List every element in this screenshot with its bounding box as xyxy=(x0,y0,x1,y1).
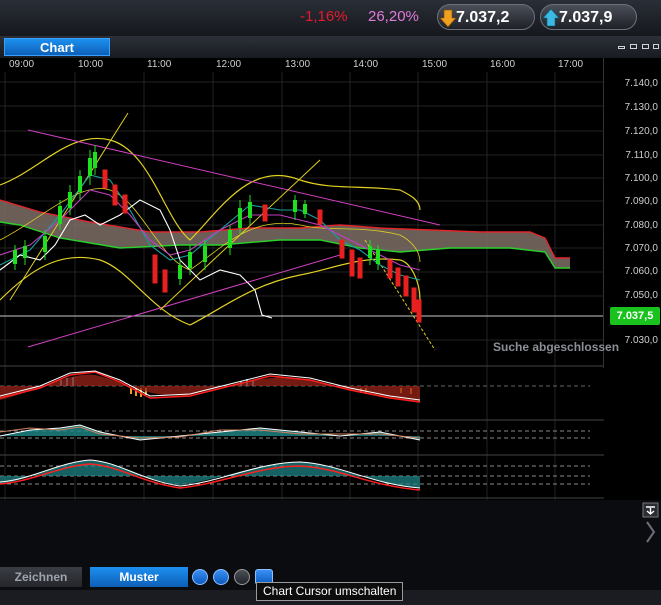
pencil-icon[interactable] xyxy=(192,569,208,585)
tab-zeichnen[interactable]: Zeichnen xyxy=(0,567,82,587)
price-tick: 7.120,0 xyxy=(624,126,658,137)
price-tick: 7.060,0 xyxy=(624,266,658,277)
price-tick: 7.140,0 xyxy=(624,78,658,89)
crosshair-icon[interactable] xyxy=(234,569,250,585)
price-tick: 7.100,0 xyxy=(624,173,658,184)
price-tick: 7.090,0 xyxy=(624,196,658,207)
price-tick: 7.070,0 xyxy=(624,243,658,254)
price-tick: 7.030,0 xyxy=(624,335,658,346)
price-tick: 7.130,0 xyxy=(624,102,658,113)
current-price-label: 7.037,5 xyxy=(610,307,660,325)
tab-muster[interactable]: Muster xyxy=(90,567,188,587)
vertical-scrollbar[interactable] xyxy=(641,500,661,566)
price-tick: 7.110,0 xyxy=(625,150,658,161)
swap-icon[interactable] xyxy=(213,569,229,585)
price-tick: 7.080,0 xyxy=(624,220,658,231)
status-text: Suche abgeschlossen xyxy=(493,340,620,354)
tooltip: Chart Cursor umschalten xyxy=(256,582,404,601)
price-tick: 7.050,0 xyxy=(624,290,658,301)
